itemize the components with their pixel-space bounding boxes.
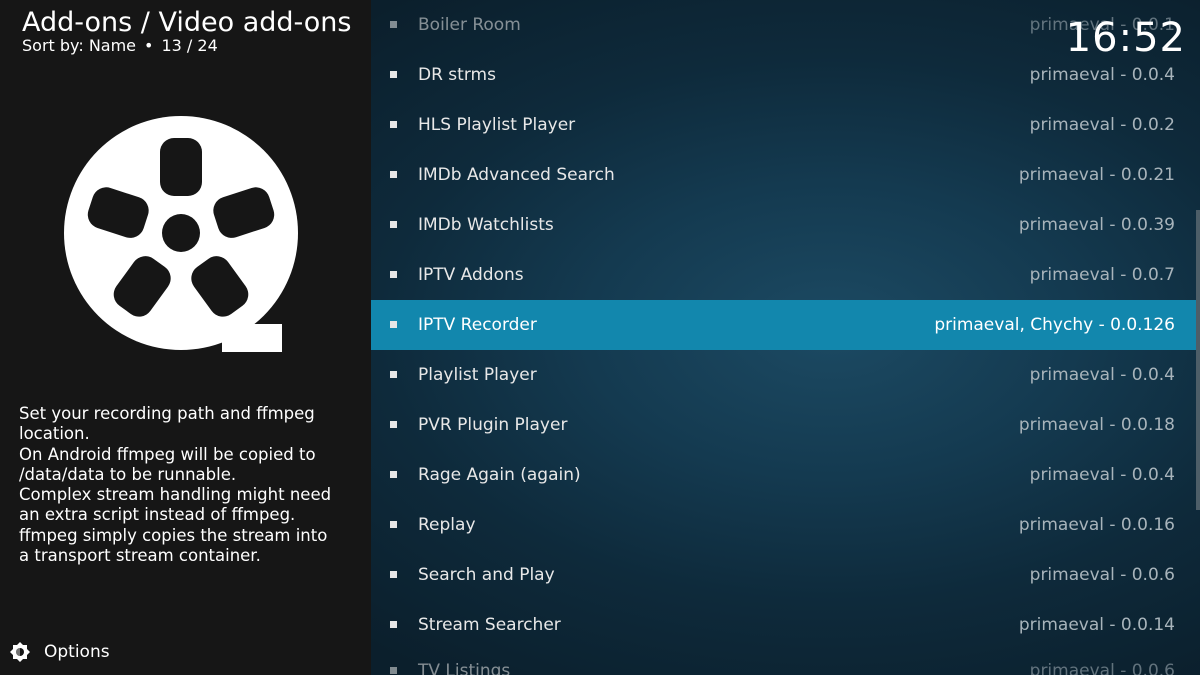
addon-name: Rage Again (again) (418, 465, 581, 485)
addon-name: HLS Playlist Player (418, 115, 576, 135)
addon-name: IMDb Advanced Search (418, 165, 615, 185)
list-item[interactable]: HLS Playlist Player primaeval - 0.0.2 (371, 100, 1196, 150)
description-line: Complex stream handling might need (19, 485, 332, 505)
list-item-selected[interactable]: IPTV Recorder primaeval, Chychy - 0.0.12… (371, 300, 1196, 350)
addon-name: IMDb Watchlists (418, 215, 554, 235)
addon-author-version: primaeval - 0.0.4 (1029, 465, 1175, 485)
list-item[interactable]: Search and Play primaeval - 0.0.6 (371, 550, 1196, 600)
page-title: Add-ons / Video add-ons (22, 7, 352, 38)
list-item[interactable]: Stream Searcher primaeval - 0.0.14 (371, 600, 1196, 650)
addon-name: Stream Searcher (418, 615, 561, 635)
list-item[interactable]: Rage Again (again) primaeval - 0.0.4 (371, 450, 1196, 500)
bullet-icon (390, 221, 397, 228)
addon-name: PVR Plugin Player (418, 415, 568, 435)
description-line: ffmpeg simply copies the stream into (19, 525, 328, 545)
list-item[interactable]: PVR Plugin Player primaeval - 0.0.18 (371, 400, 1196, 450)
list-item[interactable]: TV Listings primaeval - 0.0.6 (371, 646, 1196, 675)
addon-name: Playlist Player (418, 365, 537, 385)
clock: 16:52 (1065, 15, 1186, 61)
list-item[interactable]: IMDb Watchlists primaeval - 0.0.39 (371, 200, 1196, 250)
description-line: Set your recording path and ffmpeg (19, 404, 315, 423)
bullet-icon (390, 121, 397, 128)
addon-author-version: primaeval - 0.0.16 (1018, 515, 1175, 535)
bullet-icon (390, 667, 397, 674)
description-line: an extra script instead of ffmpeg. (19, 505, 296, 525)
addon-name: Replay (418, 515, 476, 535)
list-item[interactable]: Playlist Player primaeval - 0.0.4 (371, 350, 1196, 400)
bullet-icon (390, 21, 397, 28)
addon-name: IPTV Addons (418, 265, 524, 285)
addon-author-version: primaeval, Chychy - 0.0.126 (934, 315, 1175, 335)
description-line: On Android ffmpeg will be copied to (19, 444, 316, 464)
addon-list-panel: Boiler Room primaeval - 0.0.1 DR strms p… (371, 0, 1200, 675)
addon-author-version: primaeval - 0.0.6 (1029, 565, 1175, 585)
addon-author-version: primaeval - 0.0.21 (1018, 165, 1175, 185)
addon-author-version: primaeval - 0.0.7 (1029, 265, 1175, 285)
info-panel: Add-ons / Video add-ons Sort by: Name • 13… (0, 0, 371, 675)
options-label: Options (44, 642, 110, 662)
addon-author-version: primaeval - 0.0.2 (1029, 115, 1175, 135)
addon-author-version: primaeval - 0.0.4 (1029, 365, 1175, 385)
options-button[interactable]: Options (8, 638, 110, 666)
addon-description: Set your recording path and ffmpeg locat… (19, 404, 359, 566)
film-reel-icon (64, 116, 298, 352)
addon-author-version: primaeval - 0.0.14 (1018, 615, 1175, 635)
addon-author-version: primaeval - 0.0.18 (1018, 415, 1175, 435)
bullet-icon (390, 371, 397, 378)
list-item[interactable]: IPTV Addons primaeval - 0.0.7 (371, 250, 1196, 300)
description-line: /data/data to be runnable. (19, 464, 237, 484)
addon-author-version: primaeval - 0.0.6 (1029, 661, 1175, 675)
bullet-icon (390, 71, 397, 78)
scrollbar[interactable] (1196, 210, 1200, 510)
description-line: location. (19, 424, 90, 444)
addon-name: Search and Play (418, 565, 555, 585)
bullet-icon (390, 171, 397, 178)
addon-name: Boiler Room (418, 15, 521, 35)
gear-icon (10, 642, 30, 662)
addon-author-version: primaeval - 0.0.39 (1018, 215, 1175, 235)
addon-name: IPTV Recorder (418, 315, 537, 335)
bullet-icon (390, 321, 397, 328)
addon-name: DR strms (418, 65, 496, 85)
bullet-icon (390, 421, 397, 428)
bullet-icon (390, 271, 397, 278)
kodi-window: Add-ons / Video add-ons Sort by: Name • 13… (0, 0, 1200, 675)
bullet-icon (390, 571, 397, 578)
list-item[interactable]: IMDb Advanced Search primaeval - 0.0.21 (371, 150, 1196, 200)
bullet-icon (390, 521, 397, 528)
list-item[interactable]: Replay primaeval - 0.0.16 (371, 500, 1196, 550)
bullet-icon (390, 621, 397, 628)
addon-name: TV Listings (418, 661, 511, 675)
bullet-icon (390, 471, 397, 478)
description-line: a transport stream container. (19, 546, 261, 566)
